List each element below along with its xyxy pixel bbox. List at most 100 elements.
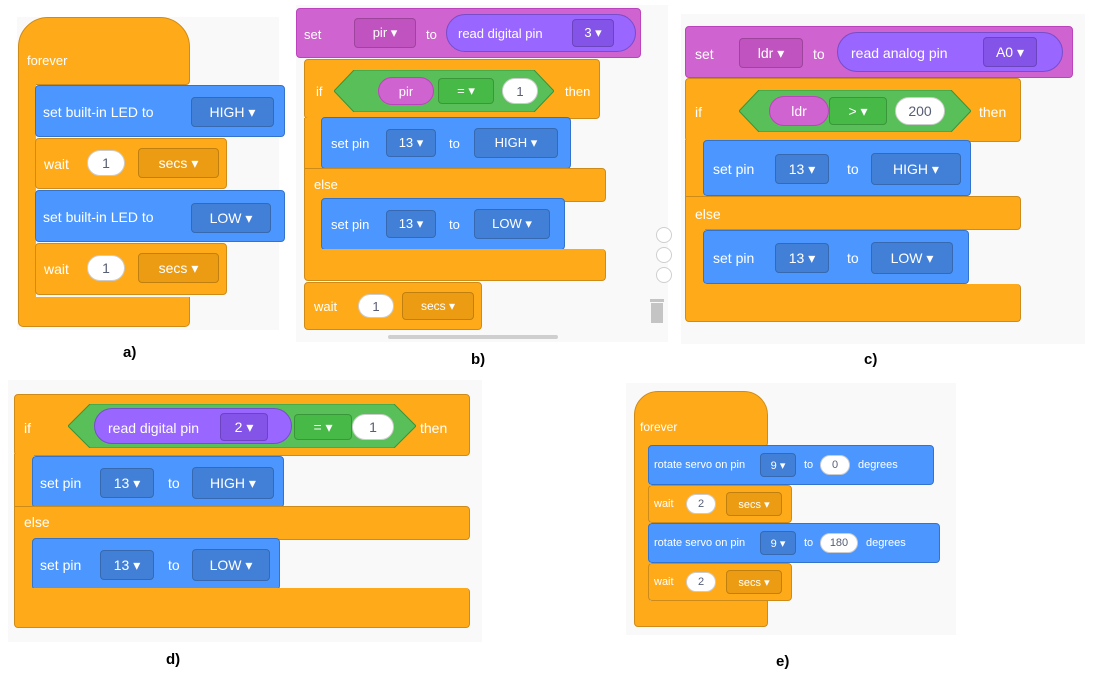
wait-label: wait <box>314 299 338 314</box>
set-label: set <box>304 27 322 42</box>
wait-seconds-input[interactable]: 1 <box>87 255 125 281</box>
then-label: then <box>565 84 591 99</box>
angle-input[interactable]: 0 <box>820 455 850 475</box>
pir-variable-reporter[interactable]: pir <box>378 77 434 105</box>
wait-seconds-input[interactable]: 2 <box>686 572 716 592</box>
to-label: to <box>847 250 859 266</box>
wait-label: wait <box>44 156 69 172</box>
forever-bottom <box>18 297 190 327</box>
caption-d: d) <box>166 651 181 668</box>
forever-block[interactable] <box>634 391 768 447</box>
rotate-servo-label: rotate servo on pin <box>654 537 746 549</box>
if-label: if <box>695 104 702 120</box>
read-digital-pin-label: read digital pin <box>108 420 200 436</box>
pin-dropdown[interactable]: 13 ▾ <box>775 243 829 273</box>
pin-value-dropdown[interactable]: HIGH ▾ <box>871 153 961 185</box>
wait-label: wait <box>654 576 674 588</box>
pin-dropdown[interactable]: 13 ▾ <box>100 550 154 580</box>
pin-value-dropdown[interactable]: LOW ▾ <box>871 242 953 274</box>
wait-seconds-input[interactable]: 2 <box>686 494 716 514</box>
read-digital-pin-label: read digital pin <box>458 26 543 41</box>
panel-d: if read digital pin 2 ▾ = ▾ 1 then set p… <box>8 380 482 642</box>
forever-label: forever <box>640 420 678 434</box>
angle-input[interactable]: 180 <box>820 533 858 553</box>
compare-value-input[interactable]: 1 <box>352 414 394 440</box>
zoom-out-icon[interactable] <box>656 247 672 263</box>
if-arm <box>304 118 322 172</box>
led-state-dropdown[interactable]: HIGH ▾ <box>191 97 274 127</box>
if-arm <box>14 454 34 508</box>
set-pin-label: set pin <box>40 475 82 491</box>
forever-block[interactable] <box>18 17 190 85</box>
ldr-variable-reporter[interactable]: ldr <box>769 96 829 126</box>
if-else-bottom <box>685 284 1021 322</box>
zoom-reset-icon[interactable] <box>656 267 672 283</box>
caption-a: a) <box>123 344 137 361</box>
led-state-dropdown[interactable]: LOW ▾ <box>191 203 271 233</box>
to-label: to <box>449 217 460 232</box>
pin-dropdown[interactable]: 9 ▾ <box>760 531 796 555</box>
set-pin-label: set pin <box>713 161 755 177</box>
pin-dropdown[interactable]: A0 ▾ <box>983 37 1037 67</box>
degrees-label: degrees <box>866 537 906 549</box>
caption-c: c) <box>864 351 878 368</box>
forever-label: forever <box>27 53 68 68</box>
if-else-bottom <box>304 249 606 281</box>
pin-value-dropdown[interactable]: LOW ▾ <box>192 549 270 581</box>
operator-dropdown[interactable]: > ▾ <box>829 97 887 125</box>
if-else-bottom <box>14 588 470 628</box>
wait-seconds-input[interactable]: 1 <box>358 294 394 318</box>
pin-dropdown[interactable]: 13 ▾ <box>386 129 436 157</box>
caption-e: e) <box>776 653 790 670</box>
else-label: else <box>314 177 338 192</box>
degrees-label: degrees <box>858 459 898 471</box>
to-label: to <box>804 537 814 549</box>
pin-value-dropdown[interactable]: HIGH ▾ <box>474 128 558 158</box>
time-unit-dropdown[interactable]: secs ▾ <box>402 292 474 320</box>
set-pin-label: set pin <box>713 250 755 266</box>
pin-dropdown[interactable]: 13 ▾ <box>775 154 829 184</box>
if-label: if <box>316 84 323 99</box>
time-unit-dropdown[interactable]: secs ▾ <box>138 148 219 178</box>
wait-label: wait <box>654 498 674 510</box>
forever-bottom <box>634 601 768 627</box>
panel-e: forever rotate servo on pin 9 ▾ to 0 deg… <box>626 383 956 635</box>
rotate-servo-label: rotate servo on pin <box>654 459 746 471</box>
variable-dropdown[interactable]: ldr ▾ <box>739 38 803 68</box>
then-label: then <box>420 420 448 436</box>
read-analog-pin-label: read analog pin <box>851 45 948 61</box>
else-arm <box>685 228 705 286</box>
pin-dropdown[interactable]: 2 ▾ <box>220 413 268 441</box>
caption-b: b) <box>471 351 486 368</box>
else-bar <box>304 168 606 202</box>
pin-dropdown[interactable]: 9 ▾ <box>760 453 796 477</box>
set-pin-label: set pin <box>331 217 370 232</box>
compare-value-input[interactable]: 200 <box>895 97 945 125</box>
set-pin-label: set pin <box>40 557 82 573</box>
set-led-label: set built-in LED to <box>43 104 154 120</box>
else-arm <box>304 201 322 253</box>
time-unit-dropdown[interactable]: secs ▾ <box>726 492 782 516</box>
zoom-in-icon[interactable] <box>656 227 672 243</box>
set-pin-label: set pin <box>331 136 370 151</box>
pin-dropdown[interactable]: 13 ▾ <box>386 210 436 238</box>
horizontal-scrollbar[interactable] <box>388 335 558 339</box>
variable-dropdown[interactable]: pir ▾ <box>354 18 416 48</box>
pin-value-dropdown[interactable]: LOW ▾ <box>474 209 550 239</box>
panel-c: set ldr ▾ to read analog pin A0 ▾ if ldr… <box>681 14 1085 344</box>
time-unit-dropdown[interactable]: secs ▾ <box>138 253 219 283</box>
if-label: if <box>24 420 31 436</box>
time-unit-dropdown[interactable]: secs ▾ <box>726 570 782 594</box>
pin-dropdown[interactable]: 13 ▾ <box>100 468 154 498</box>
operator-dropdown[interactable]: = ▾ <box>438 78 494 104</box>
trash-icon[interactable] <box>649 297 665 325</box>
panel-b: set pir ▾ to read digital pin 3 ▾ if pir… <box>296 5 672 342</box>
then-label: then <box>979 104 1007 120</box>
compare-value-input[interactable]: 1 <box>502 78 538 104</box>
to-label: to <box>813 46 825 62</box>
pin-dropdown[interactable]: 3 ▾ <box>572 19 614 47</box>
panel-a: forever set built-in LED to HIGH ▾ wait … <box>17 17 285 330</box>
operator-dropdown[interactable]: = ▾ <box>294 414 352 440</box>
wait-seconds-input[interactable]: 1 <box>87 150 125 176</box>
pin-value-dropdown[interactable]: HIGH ▾ <box>192 467 274 499</box>
